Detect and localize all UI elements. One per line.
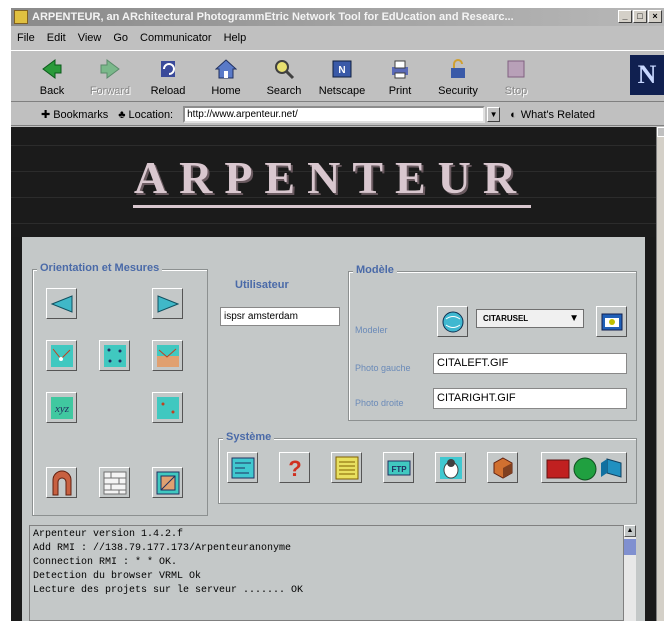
chevron-down-icon: ▼	[569, 313, 579, 324]
modele-group: Modèle Modeler CITARUSEL ▼ Photo gauche …	[348, 264, 637, 421]
location-icon: ♣	[118, 108, 126, 121]
system-network-icon[interactable]	[227, 452, 258, 483]
netscape-logo: N	[630, 55, 664, 95]
banner: ARPENTEUR	[11, 127, 656, 237]
page-scroll-up[interactable]	[657, 127, 664, 137]
cube-icon[interactable]	[487, 452, 518, 483]
title-bar: ARPENTEUR, an ARchitectural PhotogrammEt…	[11, 8, 664, 26]
stop-icon	[504, 57, 528, 81]
bookmarks-button[interactable]: ✚ Bookmarks	[41, 108, 108, 122]
netscape-icon: N	[330, 57, 354, 81]
log-line: Connection RMI : * * OK.	[33, 557, 178, 568]
systeme-group: Système ? FTP	[218, 431, 637, 504]
banner-underline	[133, 205, 531, 208]
lock-icon	[446, 57, 470, 81]
wall-icon[interactable]	[99, 467, 130, 498]
page-scrollbar[interactable]	[656, 127, 664, 621]
url-dropdown-button[interactable]: ▼	[487, 107, 501, 122]
app-icon	[14, 10, 28, 24]
menu-help[interactable]: Help	[224, 32, 247, 44]
location-label: ♣ Location:	[118, 108, 174, 121]
menu-edit[interactable]: Edit	[47, 32, 66, 44]
stop-button[interactable]: Stop	[487, 57, 545, 101]
security-button[interactable]: Security	[429, 57, 487, 101]
utilisateur-field[interactable]: ispsr amsterdam	[220, 307, 340, 326]
orientation-left-icon[interactable]	[46, 288, 77, 319]
menu-go[interactable]: Go	[113, 32, 128, 44]
system-list-icon[interactable]	[331, 452, 362, 483]
menu-view[interactable]: View	[78, 32, 102, 44]
xyz-coordinates-icon[interactable]: xyz	[46, 392, 77, 423]
search-button[interactable]: Search	[255, 57, 313, 101]
modeler-select[interactable]: CITARUSEL ▼	[476, 309, 584, 328]
scroll-thumb[interactable]	[624, 539, 636, 555]
facade-icon[interactable]	[152, 467, 183, 498]
home-button[interactable]: Home	[197, 57, 255, 101]
measure-target-icon[interactable]	[152, 392, 183, 423]
netscape-button[interactable]: N Netscape	[313, 57, 371, 101]
orientation-group: Orientation et Mesures xyz	[32, 262, 208, 516]
svg-text:N: N	[338, 65, 345, 76]
utilisateur-label: Utilisateur	[235, 279, 289, 291]
location-bar: ✚ Bookmarks ♣ Location: ▼ ◐ What's Relat…	[11, 104, 664, 126]
close-button[interactable]: ×	[648, 10, 662, 23]
browser-window: ARPENTEUR, an ARchitectural PhotogrammEt…	[11, 8, 664, 621]
printer-icon	[388, 57, 412, 81]
log-console: Arpenteur version 1.4.2.f Add RMI : //13…	[29, 525, 624, 621]
modele-label: Modèle	[353, 264, 397, 276]
maximize-button[interactable]: □	[633, 10, 647, 23]
bookmark-icon: ✚	[41, 109, 51, 121]
print-button[interactable]: Print	[371, 57, 429, 101]
photo-gauche-field[interactable]: CITALEFT.GIF	[433, 353, 627, 374]
orientation-right-icon[interactable]	[152, 288, 183, 319]
orientation-label: Orientation et Mesures	[37, 262, 163, 274]
navigation-toolbar: Back Forward Reload Home Search N Netsca…	[11, 50, 664, 102]
penguin-icon[interactable]	[435, 452, 466, 483]
vrml-shapes-icon[interactable]	[541, 452, 627, 483]
log-line: Arpenteur version 1.4.2.f	[33, 529, 184, 540]
log-scrollbar[interactable]: ▲	[623, 525, 636, 621]
reload-button[interactable]: Reload	[139, 57, 197, 101]
log-line: Detection du browser VRML Ok	[33, 571, 202, 582]
systeme-label: Système	[223, 431, 275, 443]
svg-text:xyz: xyz	[53, 403, 69, 415]
minimize-button[interactable]: _	[618, 10, 632, 23]
modeler-label: Modeler	[355, 325, 388, 335]
scroll-up-icon[interactable]: ▲	[624, 525, 636, 537]
forward-button[interactable]: Forward	[81, 57, 139, 101]
window-title: ARPENTEUR, an ARchitectural PhotogrammEt…	[32, 11, 514, 23]
home-icon	[214, 57, 238, 81]
reload-icon	[156, 57, 180, 81]
menu-bar: File Edit View Go Communicator Help	[11, 28, 664, 48]
log-line: Add RMI : //138.79.177.173/Arpenteuranon…	[33, 543, 292, 554]
modeler-window-icon[interactable]	[596, 306, 627, 337]
back-button[interactable]: Back	[23, 57, 81, 101]
photo-gauche-label: Photo gauche	[355, 363, 411, 373]
menu-file[interactable]: File	[17, 32, 35, 44]
back-arrow-icon	[40, 57, 64, 81]
measure-terrain-icon[interactable]	[152, 340, 183, 371]
photo-droite-field[interactable]: CITARIGHT.GIF	[433, 388, 627, 409]
forward-arrow-icon	[98, 57, 122, 81]
arch-icon[interactable]	[46, 467, 77, 498]
url-input[interactable]	[183, 106, 486, 123]
banner-title: ARPENTEUR	[133, 152, 529, 203]
measure-points-icon[interactable]	[46, 340, 77, 371]
page-content: ARPENTEUR Orientation et Mesures xyz Uti…	[11, 127, 656, 621]
whats-related-button[interactable]: ◐ What's Related	[510, 109, 595, 121]
log-line: Lecture des projets sur le serveur .....…	[33, 585, 304, 596]
menu-communicator[interactable]: Communicator	[140, 32, 212, 44]
svg-text:?: ?	[288, 456, 301, 480]
modeler-globe-icon[interactable]	[437, 306, 468, 337]
help-icon[interactable]: ?	[279, 452, 310, 483]
related-icon: ◐	[510, 108, 517, 121]
ftp-icon[interactable]: FTP	[383, 452, 414, 483]
photo-droite-label: Photo droite	[355, 398, 404, 408]
search-icon	[272, 57, 296, 81]
svg-text:FTP: FTP	[391, 465, 407, 474]
measure-grid-icon[interactable]	[99, 340, 130, 371]
